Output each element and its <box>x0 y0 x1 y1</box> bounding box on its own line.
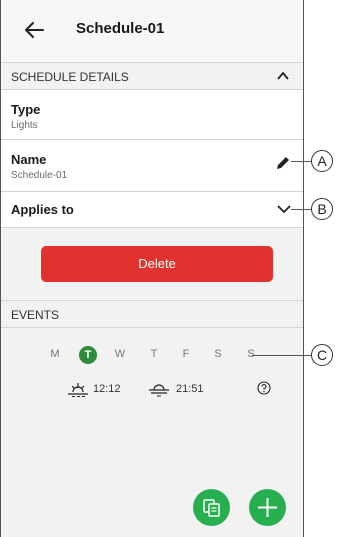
callout-b: B <box>311 198 333 220</box>
page-title: Schedule-01 <box>76 20 165 37</box>
name-value: Schedule-01 <box>11 170 68 181</box>
callout-a: A <box>311 150 333 172</box>
events-panel: M T W T F S S 12:12 21:51 <box>1 328 303 537</box>
day-thursday[interactable]: T <box>144 348 164 360</box>
callout-a-line <box>291 161 312 162</box>
day-wednesday[interactable]: W <box>110 348 130 360</box>
name-label: Name <box>11 152 47 167</box>
day-saturday[interactable]: S <box>208 348 228 360</box>
chevron-down-icon[interactable] <box>277 204 291 214</box>
delete-button[interactable]: Delete <box>41 246 273 282</box>
day-sunday[interactable]: S <box>241 348 261 360</box>
type-label: Type <box>11 102 41 117</box>
copy-schedule-button[interactable] <box>193 489 230 526</box>
pencil-edit-icon[interactable] <box>275 155 291 171</box>
type-row: Type Lights <box>1 90 303 140</box>
day-monday[interactable]: M <box>45 348 65 360</box>
callout-c-line <box>252 355 311 356</box>
help-icon[interactable] <box>257 381 271 395</box>
delete-area: Delete <box>1 228 303 300</box>
events-label: EVENTS <box>11 308 60 322</box>
day-tuesday-selected[interactable]: T <box>79 346 97 364</box>
events-header: EVENTS <box>1 300 303 328</box>
top-bar: Schedule-01 <box>1 0 303 62</box>
sunset-time: 21:51 <box>176 383 204 395</box>
sunrise-icon <box>68 383 88 397</box>
schedule-details-header[interactable]: SCHEDULE DETAILS <box>1 62 303 90</box>
add-event-button[interactable] <box>249 489 286 526</box>
callout-b-line <box>291 209 312 210</box>
applies-to-row[interactable]: Applies to <box>1 192 303 228</box>
callout-c: C <box>311 344 333 366</box>
app-screen: Schedule-01 SCHEDULE DETAILS Type Lights… <box>0 0 304 537</box>
back-arrow-icon[interactable] <box>23 19 45 41</box>
chevron-up-icon[interactable] <box>277 71 289 81</box>
day-friday[interactable]: F <box>176 348 196 360</box>
sunset-icon <box>149 384 169 397</box>
type-value: Lights <box>11 120 38 131</box>
sunrise-time: 12:12 <box>93 383 121 395</box>
applies-to-label: Applies to <box>11 202 74 217</box>
plus-icon <box>258 498 277 517</box>
name-row[interactable]: Name Schedule-01 <box>1 140 303 192</box>
schedule-details-label: SCHEDULE DETAILS <box>11 70 129 84</box>
copy-icon <box>203 499 220 517</box>
